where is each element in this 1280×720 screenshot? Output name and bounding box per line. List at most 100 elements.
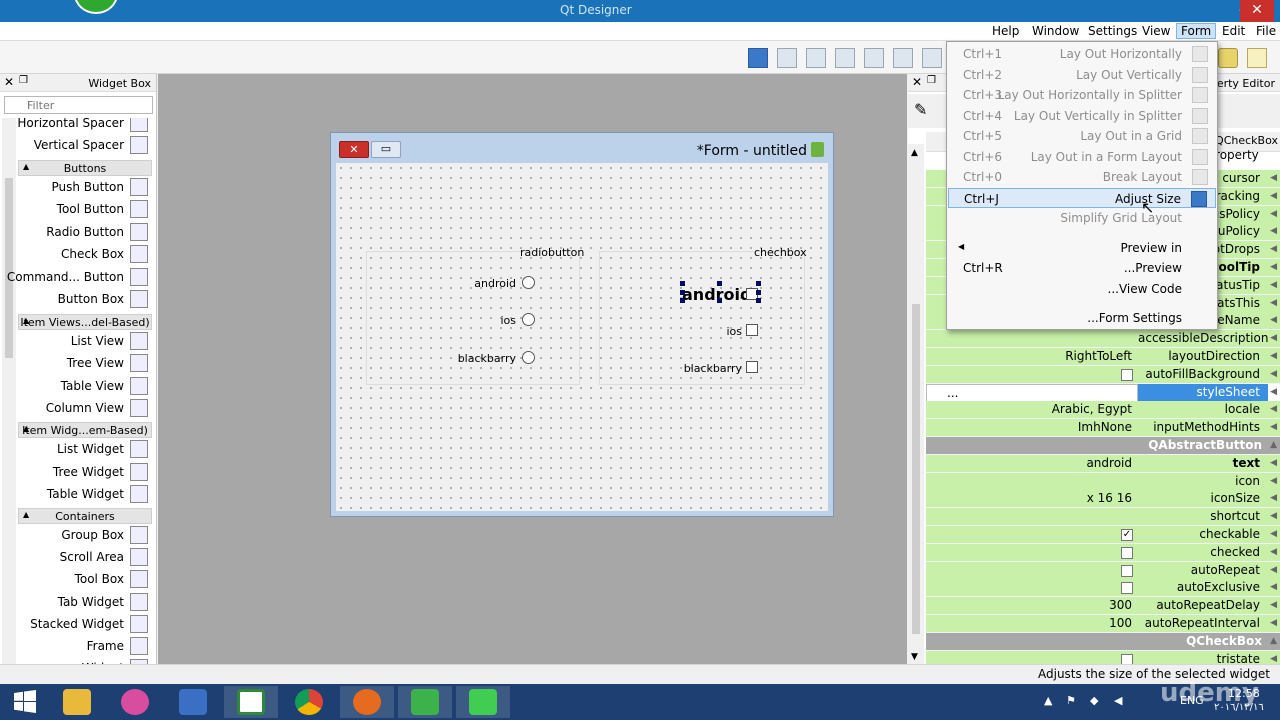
widget-item[interactable]: Stacked Widget: [16, 613, 152, 635]
radio-blackbarry[interactable]: [522, 351, 535, 364]
widget-item[interactable]: Tool Box: [16, 568, 152, 590]
widget-item[interactable]: Button Box: [16, 288, 152, 310]
volume-icon[interactable]: ◀: [1114, 694, 1122, 707]
property-expand-icon[interactable]: ◀: [1270, 493, 1277, 503]
widget-item[interactable]: Tab Widget: [16, 591, 152, 613]
property-row[interactable]: icon ◀: [926, 472, 1280, 491]
powershell-icon[interactable]: [166, 686, 220, 718]
widget-item[interactable]: Table Widget: [16, 483, 152, 505]
new-form-icon[interactable]: [1247, 48, 1267, 68]
property-row[interactable]: shortcut ◀: [926, 508, 1280, 527]
property-expand-icon[interactable]: ◀: [1270, 333, 1277, 343]
property-expand-icon[interactable]: ◀: [1270, 315, 1277, 325]
property-expand-icon[interactable]: ◀: [1270, 600, 1277, 610]
widget-item[interactable]: Frame: [16, 635, 152, 657]
property-row[interactable]: android text ◀: [926, 454, 1280, 473]
form-canvas[interactable]: radiobutton android ios blackbarry chech…: [336, 163, 828, 511]
property-scrollbar[interactable]: ▲ ▼: [908, 144, 924, 664]
property-row[interactable]: checked ◀: [926, 543, 1280, 562]
widget-item[interactable]: Tree Widget: [16, 461, 152, 483]
property-row[interactable]: ✓ checkable ◀: [926, 526, 1280, 544]
property-row[interactable]: RightToLeft layoutDirection ◀: [926, 348, 1280, 366]
property-checkbox[interactable]: [1121, 368, 1133, 381]
browser-icon[interactable]: [108, 686, 162, 718]
filter-input[interactable]: [4, 96, 153, 114]
form-menu-item[interactable]: Ctrl+2 Lay Out Vertically: [948, 65, 1216, 85]
property-checkbox[interactable]: [1121, 546, 1133, 559]
property-row[interactable]: QCheckBox ▲: [926, 632, 1280, 651]
property-value[interactable]: [926, 330, 1138, 348]
menu-help[interactable]: Help: [988, 24, 1023, 40]
firefox-icon[interactable]: [340, 686, 394, 718]
form-menu-item[interactable]: Ctrl+R ...Preview: [948, 258, 1216, 278]
property-expand-icon[interactable]: ◀: [1270, 582, 1277, 592]
scroll-down-icon[interactable]: ▼: [911, 652, 918, 662]
widget-item[interactable]: Column View: [16, 397, 152, 419]
menu-form[interactable]: Form: [1176, 23, 1217, 39]
dock-float-icon[interactable]: ❐: [927, 75, 936, 86]
network-icon[interactable]: ⚑: [1066, 694, 1076, 707]
widget-item[interactable]: Table View: [16, 375, 152, 397]
widget-category[interactable]: ▲ Item Views...del-Based): [18, 314, 152, 330]
idm-icon[interactable]: [398, 686, 452, 718]
break-layout-tool-icon[interactable]: [777, 48, 797, 68]
form-menu-item[interactable]: ...View Code: [948, 279, 1216, 299]
property-expand-icon[interactable]: ◀: [1270, 226, 1277, 236]
property-expand-icon[interactable]: ◀: [1270, 511, 1277, 521]
widget-item[interactable]: Command... Button: [7, 266, 152, 288]
property-value[interactable]: [926, 508, 1138, 526]
widget-item[interactable]: Scroll Area: [16, 546, 152, 568]
dock-float-icon[interactable]: ❐: [19, 75, 28, 86]
selection-handle[interactable]: [756, 290, 761, 295]
widget-category[interactable]: ▲ Item Widg...em-Based): [18, 422, 152, 438]
property-expand-icon[interactable]: ◀: [1270, 565, 1277, 575]
widget-item[interactable]: Check Box: [16, 243, 152, 265]
property-row[interactable]: autoRepeat ◀: [926, 561, 1280, 580]
property-expand-icon[interactable]: ◀: [1270, 244, 1277, 254]
selection-handle[interactable]: [680, 281, 685, 286]
menu-settings[interactable]: Settings: [1084, 24, 1141, 40]
property-checkbox[interactable]: [1121, 582, 1133, 595]
property-row[interactable]: QAbstractButton ▲: [926, 437, 1280, 455]
file-explorer-icon[interactable]: [50, 686, 104, 718]
property-value[interactable]: [926, 473, 1138, 491]
radio-ios[interactable]: [522, 313, 535, 326]
menu-view[interactable]: View: [1138, 24, 1174, 40]
property-value[interactable]: [926, 579, 1138, 597]
property-expand-icon[interactable]: ◀: [1270, 369, 1277, 379]
dock-close-icon[interactable]: ✕: [912, 75, 922, 89]
property-value[interactable]: android: [926, 455, 1138, 473]
property-expand-icon[interactable]: ◀: [1270, 654, 1277, 664]
property-checkbox[interactable]: ✓: [1121, 529, 1133, 541]
widget-category[interactable]: ▲ Containers: [18, 508, 152, 524]
property-expand-icon[interactable]: ◀: [1270, 298, 1277, 308]
camtasia-icon[interactable]: [224, 686, 278, 718]
property-value[interactable]: 100: [926, 615, 1138, 633]
property-expand-icon[interactable]: ◀: [1270, 404, 1277, 414]
form-menu-item[interactable]: Ctrl+1 Lay Out Horizontally: [948, 44, 1216, 64]
property-row[interactable]: 300 autoRepeatDelay ◀: [926, 597, 1280, 616]
selection-handle[interactable]: [680, 298, 685, 303]
property-expand-icon[interactable]: ◀: [1270, 387, 1277, 397]
property-value[interactable]: [926, 526, 1138, 544]
widget-item[interactable]: Horizontal Spacer: [16, 118, 152, 134]
menu-file[interactable]: File: [1252, 24, 1280, 40]
property-value[interactable]: Arabic, Egypt: [926, 401, 1138, 419]
widget-category[interactable]: ▲ Buttons: [18, 160, 152, 176]
property-expand-icon[interactable]: ◀: [1270, 529, 1277, 539]
adjust-size-tool-icon[interactable]: [748, 48, 768, 68]
widget-item[interactable]: Radio Button: [16, 221, 152, 243]
windows-start-icon[interactable]: [0, 686, 54, 718]
form-layout-tool-icon[interactable]: [835, 48, 855, 68]
widget-item[interactable]: List View: [16, 330, 152, 352]
property-value[interactable]: [926, 562, 1138, 580]
form-menu-item[interactable]: ...Form Settings: [948, 308, 1216, 328]
property-expand-icon[interactable]: ◀: [1270, 351, 1277, 361]
layout-vertical-tool-icon[interactable]: [922, 48, 942, 68]
property-expand-icon[interactable]: ◀: [1270, 476, 1277, 486]
property-row[interactable]: 100 autoRepeatInterval ◀: [926, 615, 1280, 633]
widget-item[interactable]: List Widget: [16, 438, 152, 460]
tray-chevron-icon[interactable]: ▲: [1044, 694, 1052, 707]
property-value[interactable]: [926, 366, 1138, 384]
property-value[interactable]: RightToLeft: [926, 348, 1138, 366]
